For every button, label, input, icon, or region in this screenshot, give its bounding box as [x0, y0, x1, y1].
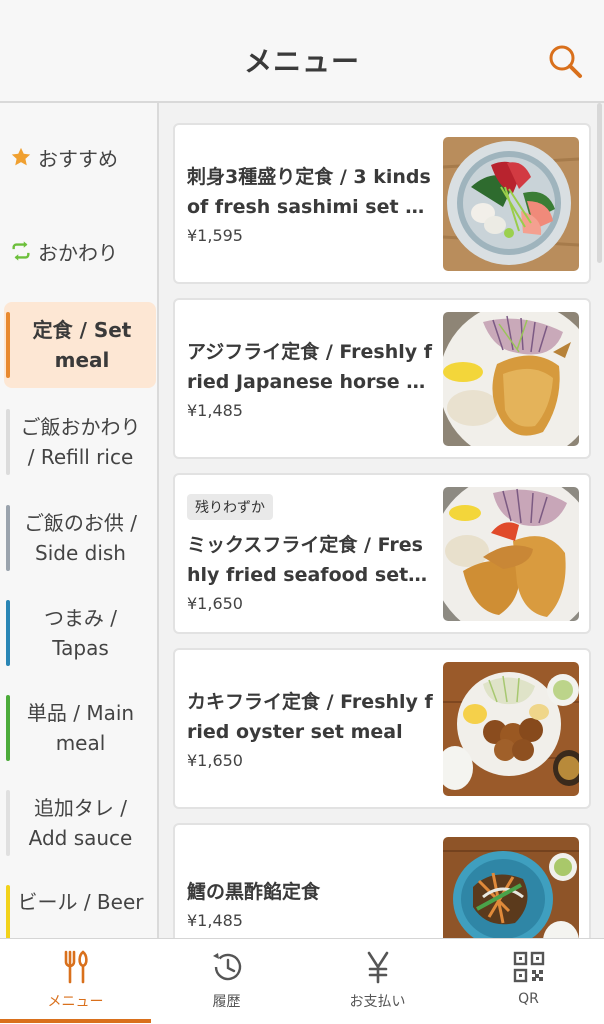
- cod-photo: [443, 837, 579, 938]
- menu-item-price: ¥1,485: [187, 911, 243, 930]
- sidebar-item-main-meal[interactable]: 単品 / Main meal: [0, 685, 157, 771]
- sidebar-item-label: ビール / Beer: [17, 890, 144, 914]
- sidebar-item-label: おすすめ: [38, 146, 118, 171]
- menu-item-name: カキフライ定食 / Freshly fried oyster set meal: [187, 691, 433, 743]
- menu-item-name: ミックスフライ定食 / Freshly fried seafood set me…: [187, 534, 423, 586]
- fried-fish-photo: [443, 312, 579, 446]
- repeat-icon: [10, 240, 32, 262]
- nav-label: QR: [518, 991, 539, 1007]
- nav-tab-menu[interactable]: メニュー: [0, 939, 151, 1024]
- nav-tab-payment[interactable]: お支払い: [302, 939, 453, 1024]
- sidebar-item-label: おかわり: [38, 240, 118, 265]
- low-stock-badge: 残りわずか: [187, 494, 273, 520]
- sidebar-item-label: 定食 / Set meal: [32, 318, 132, 372]
- category-color-bar: [6, 505, 10, 571]
- category-color-bar: [6, 885, 10, 938]
- bottom-nav: メニュー 履歴 お支払い QR: [0, 938, 604, 1024]
- menu-item-card[interactable]: 刺身3種盛り定食 / 3 kinds of fresh sashimi set …: [173, 123, 591, 284]
- sidebar-item-tapas[interactable]: つまみ / Tapas: [0, 590, 157, 676]
- sidebar-item-label: ご飯のお供 / Side dish: [23, 511, 138, 565]
- menu-item-name: アジフライ定食 / Freshly fried Japanese horse m…: [187, 341, 433, 393]
- yen-icon: [360, 949, 396, 985]
- sidebar-item-label: つまみ / Tapas: [43, 606, 118, 660]
- sidebar-item-refill[interactable]: おかわり: [0, 221, 157, 281]
- menu-item-price: ¥1,650: [187, 751, 243, 770]
- sashimi-photo: [443, 137, 579, 271]
- page-title: メニュー: [243, 45, 360, 78]
- menu-list: 刺身3種盛り定食 / 3 kinds of fresh sashimi set …: [159, 103, 604, 938]
- qr-code-icon: [511, 949, 547, 985]
- menu-item-name: 鱈の黒酢餡定食: [187, 881, 321, 903]
- category-color-bar: [6, 790, 10, 856]
- sidebar-item-beer[interactable]: ビール / Beer: [0, 875, 157, 938]
- search-button[interactable]: [546, 43, 586, 83]
- sidebar-item-add-sauce[interactable]: 追加タレ / Add sauce: [0, 780, 157, 866]
- nav-tab-qr[interactable]: QR: [453, 939, 604, 1024]
- fork-knife-icon: [58, 949, 94, 985]
- sidebar-item-set-meal[interactable]: 定食 / Set meal: [4, 302, 156, 388]
- active-tab-indicator: [0, 1019, 151, 1023]
- sidebar-item-label: ご飯おかわり / Refill rice: [20, 415, 141, 469]
- menu-item-card[interactable]: 鱈の黒酢餡定食 ¥1,485: [173, 823, 591, 938]
- mixed-fry-photo: [443, 487, 579, 621]
- header: メニュー: [0, 0, 604, 103]
- scrollbar[interactable]: [597, 103, 602, 263]
- sidebar-item-refill-rice[interactable]: ご飯おかわり / Refill rice: [0, 399, 157, 485]
- history-icon: [209, 949, 245, 985]
- sidebar-item-label: 単品 / Main meal: [26, 701, 135, 755]
- menu-item-price: ¥1,650: [187, 594, 243, 613]
- menu-item-card[interactable]: カキフライ定食 / Freshly fried oyster set meal …: [173, 648, 591, 809]
- app: メニュー おすすめ おかわり 定食 / Set meal ご飯おかわり / Re…: [0, 0, 604, 1024]
- menu-item-price: ¥1,595: [187, 226, 243, 245]
- category-color-bar: [6, 312, 10, 378]
- nav-tab-history[interactable]: 履歴: [151, 939, 302, 1024]
- menu-item-card[interactable]: 残りわずか ミックスフライ定食 / Freshly fried seafood …: [173, 473, 591, 634]
- menu-item-card[interactable]: アジフライ定食 / Freshly fried Japanese horse m…: [173, 298, 591, 459]
- sidebar-item-label: 追加タレ / Add sauce: [28, 796, 133, 850]
- menu-item-name: 刺身3種盛り定食 / 3 kinds of fresh sashimi set …: [187, 166, 431, 218]
- category-color-bar: [6, 409, 10, 475]
- category-color-bar: [6, 600, 10, 666]
- category-color-bar: [6, 695, 10, 761]
- search-icon: [549, 45, 582, 78]
- nav-label: お支払い: [349, 994, 406, 1010]
- nav-label: メニュー: [47, 994, 104, 1010]
- sidebar-item-recommended[interactable]: おすすめ: [0, 127, 157, 187]
- star-icon: [10, 146, 32, 168]
- oyster-fry-photo: [443, 662, 579, 796]
- nav-label: 履歴: [212, 994, 241, 1010]
- sidebar-item-side-dish[interactable]: ご飯のお供 / Side dish: [0, 495, 157, 581]
- category-sidebar: おすすめ おかわり 定食 / Set meal ご飯おかわり / Refill …: [0, 103, 159, 938]
- menu-item-price: ¥1,485: [187, 401, 243, 420]
